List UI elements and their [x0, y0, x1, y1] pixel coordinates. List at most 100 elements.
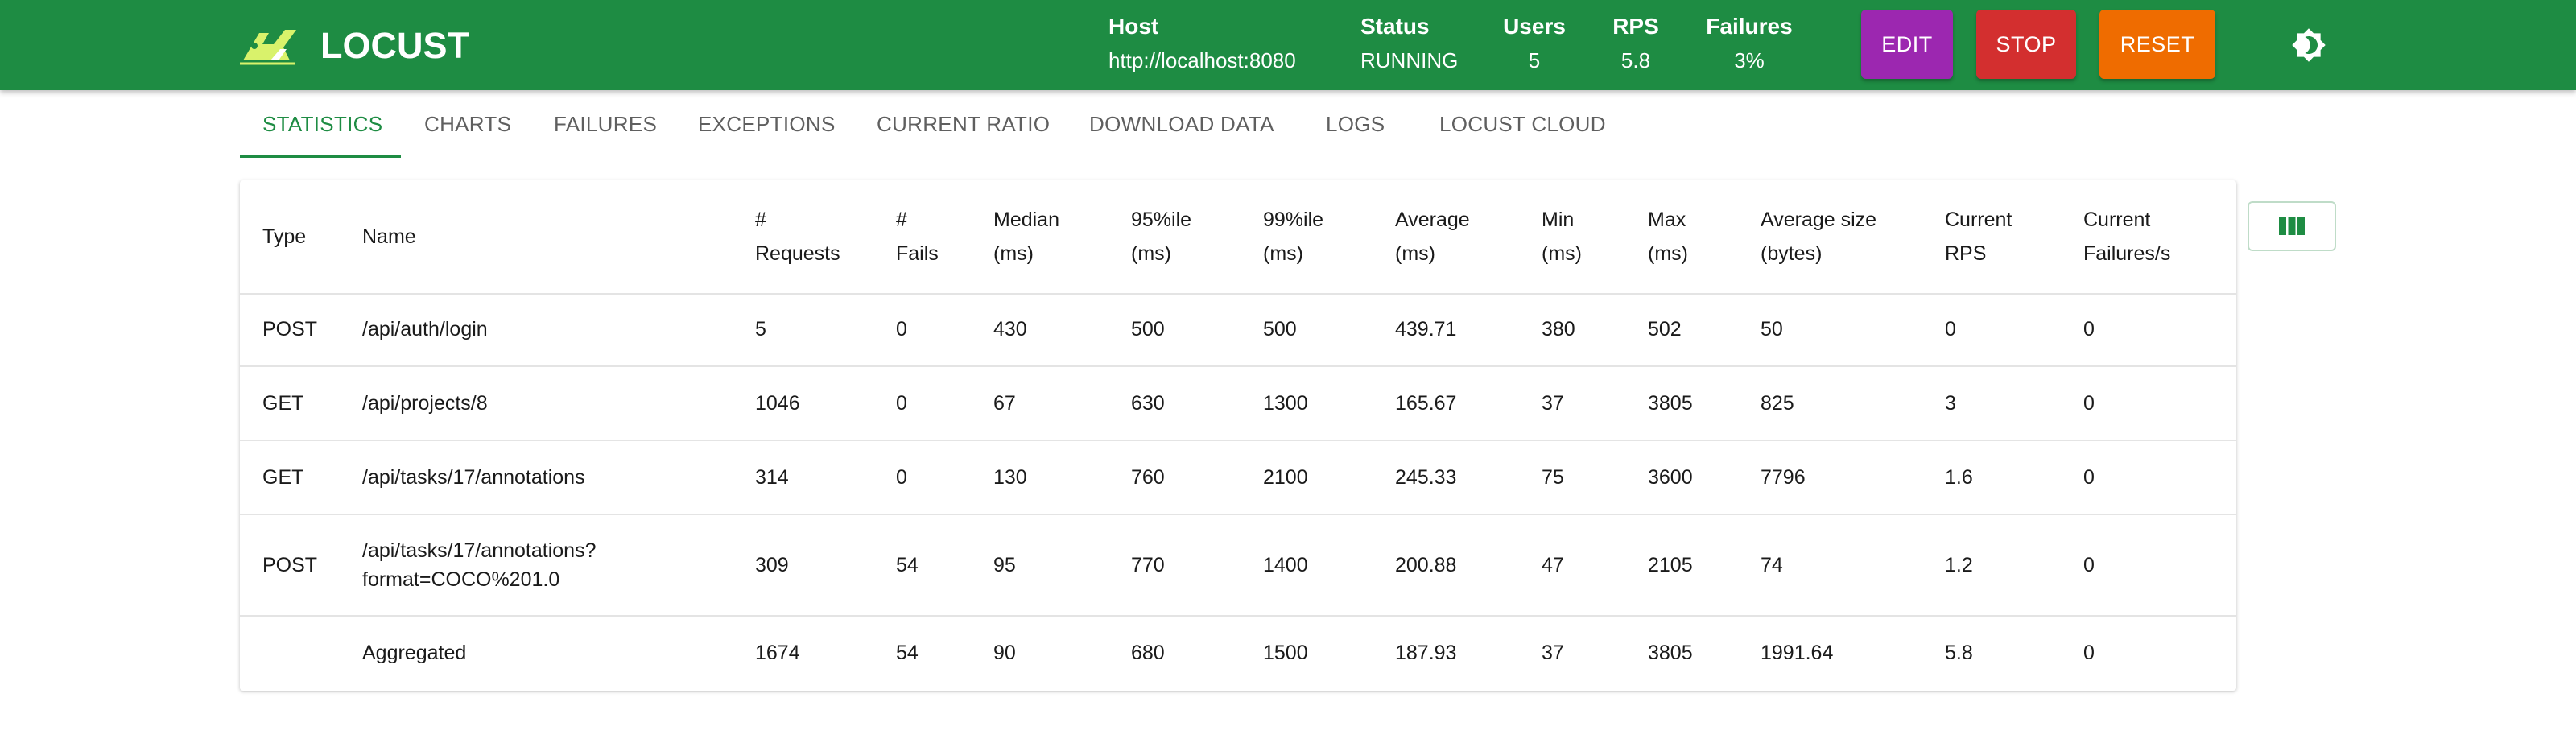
tab-failures[interactable]: FAILURES [554, 90, 657, 158]
cell-p95: 760 [1131, 466, 1165, 489]
cell-p95: 770 [1131, 554, 1165, 576]
cell-average: 200.88 [1395, 554, 1457, 576]
cell-current-rps: 3 [1945, 392, 1956, 415]
cell-median: 90 [993, 642, 1016, 664]
cell-current-failures: 0 [2083, 392, 2095, 415]
table-row-aggregated: Aggregated 1674 54 90 680 1500 187.93 37… [240, 617, 2236, 689]
cell-min: 37 [1542, 642, 1564, 664]
cell-current-failures: 0 [2083, 642, 2095, 664]
cell-current-failures: 0 [2083, 554, 2095, 576]
table-header-row: Type Name # Requests # Fails Median (ms) 95… [240, 180, 2236, 295]
cell-p99: 1400 [1263, 554, 1308, 576]
column-header-p95[interactable]: 95%ile (ms) [1131, 180, 1191, 293]
column-selector-button[interactable] [2248, 201, 2336, 251]
cell-min: 37 [1542, 392, 1564, 415]
statistics-table: Type Name # Requests # Fails Median (ms) 95… [240, 180, 2236, 691]
column-header-average[interactable]: Average (ms) [1395, 180, 1470, 293]
cell-max: 3805 [1648, 642, 1693, 664]
cell-average-size: 50 [1761, 318, 1783, 341]
cell-fails: 0 [896, 318, 907, 341]
column-header-fails[interactable]: # Fails [896, 180, 939, 293]
reset-button[interactable]: RESET [2099, 10, 2215, 79]
tab-statistics[interactable]: STATISTICS [262, 90, 382, 158]
active-tab-indicator [240, 155, 401, 158]
column-header-current-rps[interactable]: Current RPS [1945, 180, 2012, 293]
tab-locust-cloud[interactable]: LOCUST CLOUD [1439, 90, 1606, 158]
tab-logs[interactable]: LOGS [1326, 90, 1385, 158]
column-header-average-size[interactable]: Average size (bytes) [1761, 180, 1876, 293]
cell-type: POST [262, 554, 318, 576]
users-value: 5 [1528, 48, 1541, 72]
rps-value: 5.8 [1620, 48, 1651, 72]
tab-download-data[interactable]: DOWNLOAD DATA [1089, 90, 1274, 158]
column-header-requests[interactable]: # Requests [755, 180, 840, 293]
cell-p99: 500 [1263, 318, 1297, 341]
failures-stat: Failures 3% [1702, 13, 1797, 74]
cell-fails: 0 [896, 392, 907, 415]
table-row: GET /api/tasks/17/annotations 314 0 130 … [240, 441, 2236, 515]
locust-logo: LOCUST [238, 24, 469, 68]
cell-type: POST [262, 318, 318, 341]
view-columns-icon [2279, 217, 2305, 235]
users-stat: Users 5 [1502, 13, 1567, 74]
cell-p95: 680 [1131, 642, 1165, 664]
cell-fails: 54 [896, 554, 919, 576]
column-header-median[interactable]: Median (ms) [993, 180, 1059, 293]
column-header-name[interactable]: Name [362, 180, 416, 293]
column-header-current-failures[interactable]: Current Failures/s [2083, 180, 2170, 293]
cell-median: 130 [993, 466, 1027, 489]
cell-type: GET [262, 392, 304, 415]
rps-label: RPS [1612, 14, 1659, 39]
cell-average-size: 1991.64 [1761, 642, 1834, 664]
cell-average-size: 7796 [1761, 466, 1806, 489]
cell-name: Aggregated [362, 642, 467, 664]
cell-requests: 1674 [755, 642, 800, 664]
status-stat: Status RUNNING [1360, 13, 1458, 74]
edit-button[interactable]: EDIT [1861, 10, 1953, 79]
host-value: http://localhost:8080 [1108, 48, 1296, 72]
cell-current-rps: 1.6 [1945, 466, 1973, 489]
cell-average: 165.67 [1395, 392, 1457, 415]
cell-name: /api/tasks/17/annotations? format=COCO%20… [362, 539, 597, 591]
cell-average: 439.71 [1395, 318, 1457, 341]
cell-p99: 2100 [1263, 466, 1308, 489]
stop-button[interactable]: STOP [1976, 10, 2076, 79]
cell-average-size: 825 [1761, 392, 1794, 415]
host-label: Host [1108, 14, 1159, 39]
column-header-type[interactable]: Type [262, 180, 306, 293]
theme-toggle-button[interactable] [2291, 27, 2326, 63]
cell-p99: 1300 [1263, 392, 1308, 415]
column-header-p99[interactable]: 99%ile (ms) [1263, 180, 1323, 293]
tab-exceptions[interactable]: EXCEPTIONS [698, 90, 836, 158]
cell-min: 380 [1542, 318, 1575, 341]
cell-max: 3600 [1648, 466, 1693, 489]
cell-min: 47 [1542, 554, 1564, 576]
cell-name: /api/projects/8 [362, 392, 488, 415]
cell-current-failures: 0 [2083, 318, 2095, 341]
cell-type: GET [262, 466, 304, 489]
cell-current-failures: 0 [2083, 466, 2095, 489]
cell-fails: 54 [896, 642, 919, 664]
tab-charts[interactable]: CHARTS [424, 90, 511, 158]
column-header-min[interactable]: Min (ms) [1542, 180, 1582, 293]
table-row: POST /api/tasks/17/annotations? format=CO… [240, 515, 2236, 617]
cell-p95: 500 [1131, 318, 1165, 341]
cell-max: 3805 [1648, 392, 1693, 415]
rps-stat: RPS 5.8 [1607, 13, 1665, 74]
failures-value: 3% [1734, 48, 1765, 72]
cell-average: 187.93 [1395, 642, 1457, 664]
cell-min: 75 [1542, 466, 1564, 489]
cell-average-size: 74 [1761, 554, 1783, 576]
brightness-icon [2292, 28, 2326, 62]
column-header-max[interactable]: Max (ms) [1648, 180, 1688, 293]
cell-requests: 314 [755, 466, 789, 489]
cell-current-rps: 1.2 [1945, 554, 1973, 576]
cell-requests: 309 [755, 554, 789, 576]
tab-current-ratio[interactable]: CURRENT RATIO [877, 90, 1050, 158]
locust-logo-icon [240, 30, 296, 65]
failures-label: Failures [1706, 14, 1793, 39]
cell-current-rps: 0 [1945, 318, 1956, 341]
cell-name: /api/auth/login [362, 318, 488, 341]
status-value: RUNNING [1360, 48, 1459, 72]
cell-fails: 0 [896, 466, 907, 489]
